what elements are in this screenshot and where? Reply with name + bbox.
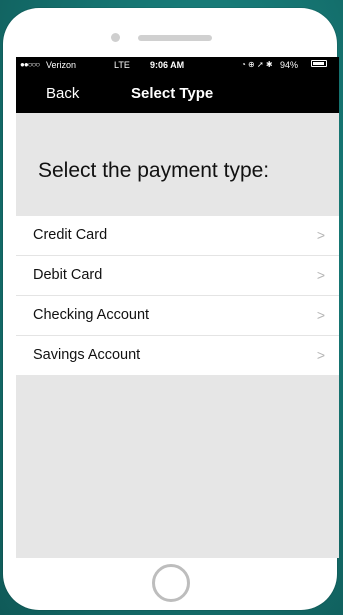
- back-button[interactable]: Back: [46, 85, 79, 102]
- list-item-label: Savings Account: [33, 347, 141, 363]
- carrier-name: Verizon: [46, 60, 77, 70]
- chevron-right-icon: >: [316, 267, 325, 283]
- navigation-bar: Back Select Type: [16, 75, 339, 113]
- chevron-right-icon: >: [316, 347, 325, 363]
- payment-type-debit-card[interactable]: Debit Card >: [16, 256, 339, 296]
- phone-screen: ●●○○○ Verizon LTE 9:06 AM ◔ ⊕ ➚ ✱ 94% Ba…: [16, 57, 339, 558]
- payment-type-savings-account[interactable]: Savings Account >: [16, 336, 339, 375]
- prompt-section: Select the payment type:: [16, 113, 339, 213]
- list-item-label: Debit Card: [33, 267, 103, 283]
- battery-icon: [311, 60, 327, 67]
- signal-strength-icon: ●●○○○: [20, 60, 40, 69]
- payment-type-credit-card[interactable]: Credit Card >: [16, 216, 339, 256]
- list-item-label: Credit Card: [33, 227, 108, 243]
- status-time: 9:06 AM: [150, 60, 185, 70]
- phone-frame: ●●○○○ Verizon LTE 9:06 AM ◔ ⊕ ➚ ✱ 94% Ba…: [3, 8, 339, 610]
- list-item-label: Checking Account: [33, 307, 150, 323]
- page-title: Select Type: [131, 85, 214, 102]
- chevron-right-icon: >: [316, 307, 325, 323]
- home-button-icon[interactable]: [152, 564, 190, 602]
- payment-type-checking-account[interactable]: Checking Account >: [16, 296, 339, 336]
- earpiece-speaker: [138, 35, 212, 41]
- front-camera: [111, 33, 120, 42]
- status-icons: ◔ ⊕ ➚ ✱: [241, 60, 273, 69]
- network-type: LTE: [114, 60, 130, 70]
- status-bar: ●●○○○ Verizon LTE 9:06 AM ◔ ⊕ ➚ ✱ 94%: [16, 57, 339, 75]
- chevron-right-icon: >: [316, 227, 325, 243]
- prompt-text: Select the payment type:: [38, 159, 270, 182]
- battery-percent: 94%: [280, 60, 299, 70]
- payment-type-list: Credit Card > Debit Card > Checking Acco…: [16, 216, 339, 375]
